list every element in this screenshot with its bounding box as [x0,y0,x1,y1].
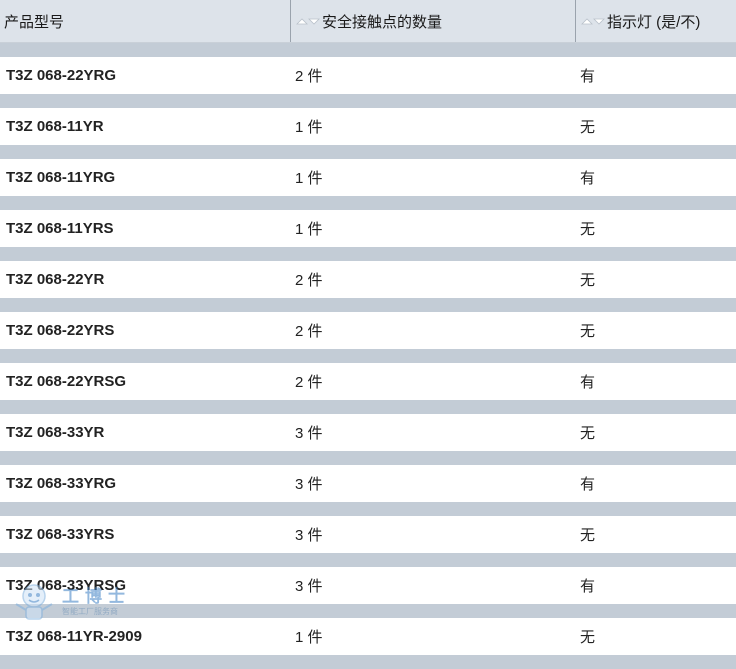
model-cell: T3Z 068-33YR [6,424,105,441]
table-row[interactable]: T3Z 068-22YR 2 件 无 [0,261,736,298]
model-cell: T3Z 068-22YRS [6,322,115,339]
column-header-indicator[interactable]: 指示灯 (是/不) [576,0,736,42]
row-separator [0,247,736,261]
sort-arrows-icon[interactable] [296,16,320,26]
model-cell: T3Z 068-22YRSG [6,373,127,390]
table-body: T3Z 068-22YRG 2 件有 T3Z 068-11YR 1 件无 T3Z 068… [0,43,736,669]
contacts-cell: 3 件 [295,578,323,595]
row-separator [0,43,736,57]
contacts-cell: 2 件 [295,272,323,289]
contacts-cell: 3 件 [295,527,323,544]
column-header-model[interactable]: 产品型号 [0,0,291,42]
row-separator [0,298,736,312]
row-separator [0,451,736,465]
model-cell: T3Z 068-11YR-2909 [6,628,142,645]
row-separator [0,349,736,363]
contacts-cell: 1 件 [295,629,323,646]
model-cell: T3Z 068-11YRG [6,169,116,186]
contacts-cell: 1 件 [295,170,323,187]
table-row[interactable]: T3Z 068-11YR-2909 1 件 无 [0,618,736,655]
indicator-cell: 无 [580,629,596,646]
row-separator [0,502,736,516]
contacts-cell: 3 件 [295,476,323,493]
table-row[interactable]: T3Z 068-11YRS 1 件 无 [0,210,736,247]
indicator-cell: 有 [580,170,596,187]
row-separator [0,553,736,567]
model-cell: T3Z 068-33YRG [6,475,117,492]
contacts-cell: 2 件 [295,68,323,85]
contacts-cell: 1 件 [295,119,323,136]
indicator-cell: 无 [580,272,596,289]
row-separator [0,196,736,210]
row-separator [0,655,736,669]
model-cell: T3Z 068-33YRS [6,526,115,543]
table-row[interactable]: T3Z 068-33YRSG 3 件 有 [0,567,736,604]
table-row[interactable]: T3Z 068-22YRS 2 件 无 [0,312,736,349]
indicator-cell: 有 [580,578,596,595]
model-cell: T3Z 068-22YR [6,271,105,288]
model-cell: T3Z 068-11YRS [6,220,114,237]
column-header-label: 安全接触点的数量 [322,13,443,31]
table-row[interactable]: T3Z 068-33YR 3 件 无 [0,414,736,451]
indicator-cell: 有 [580,374,596,391]
row-separator [0,604,736,618]
table-row[interactable]: T3Z 068-33YRS 3 件 无 [0,516,736,553]
table-row[interactable]: T3Z 068-22YRG 2 件 有 [0,57,736,94]
model-cell: T3Z 068-33YRSG [6,577,127,594]
table-header: 产品型号 安全接触点的数量 指示灯 (是/不) [0,0,736,43]
table-row[interactable]: T3Z 068-22YRSG 2 件 有 [0,363,736,400]
indicator-cell: 有 [580,476,596,493]
model-cell: T3Z 068-11YR [6,118,104,135]
indicator-cell: 无 [580,119,596,136]
table-row[interactable]: T3Z 068-33YRG 3 件 有 [0,465,736,502]
indicator-cell: 无 [580,425,596,442]
row-separator [0,400,736,414]
indicator-cell: 无 [580,323,596,340]
contacts-cell: 1 件 [295,221,323,238]
row-separator [0,145,736,159]
table-row[interactable]: T3Z 068-11YR 1 件 无 [0,108,736,145]
contacts-cell: 3 件 [295,425,323,442]
row-separator [0,94,736,108]
indicator-cell: 无 [580,221,596,238]
model-cell: T3Z 068-22YRG [6,67,117,84]
indicator-cell: 有 [580,68,596,85]
table-row[interactable]: T3Z 068-11YRG 1 件 有 [0,159,736,196]
sort-arrows-icon[interactable] [581,16,605,26]
contacts-cell: 2 件 [295,323,323,340]
column-header-label: 产品型号 [4,13,65,31]
product-table: 产品型号 安全接触点的数量 指示灯 (是/不) T3Z 068-22YRG 2 件… [0,0,736,669]
column-header-contacts[interactable]: 安全接触点的数量 [291,0,576,42]
column-header-label: 指示灯 (是/不) [607,13,701,31]
contacts-cell: 2 件 [295,374,323,391]
indicator-cell: 无 [580,527,596,544]
